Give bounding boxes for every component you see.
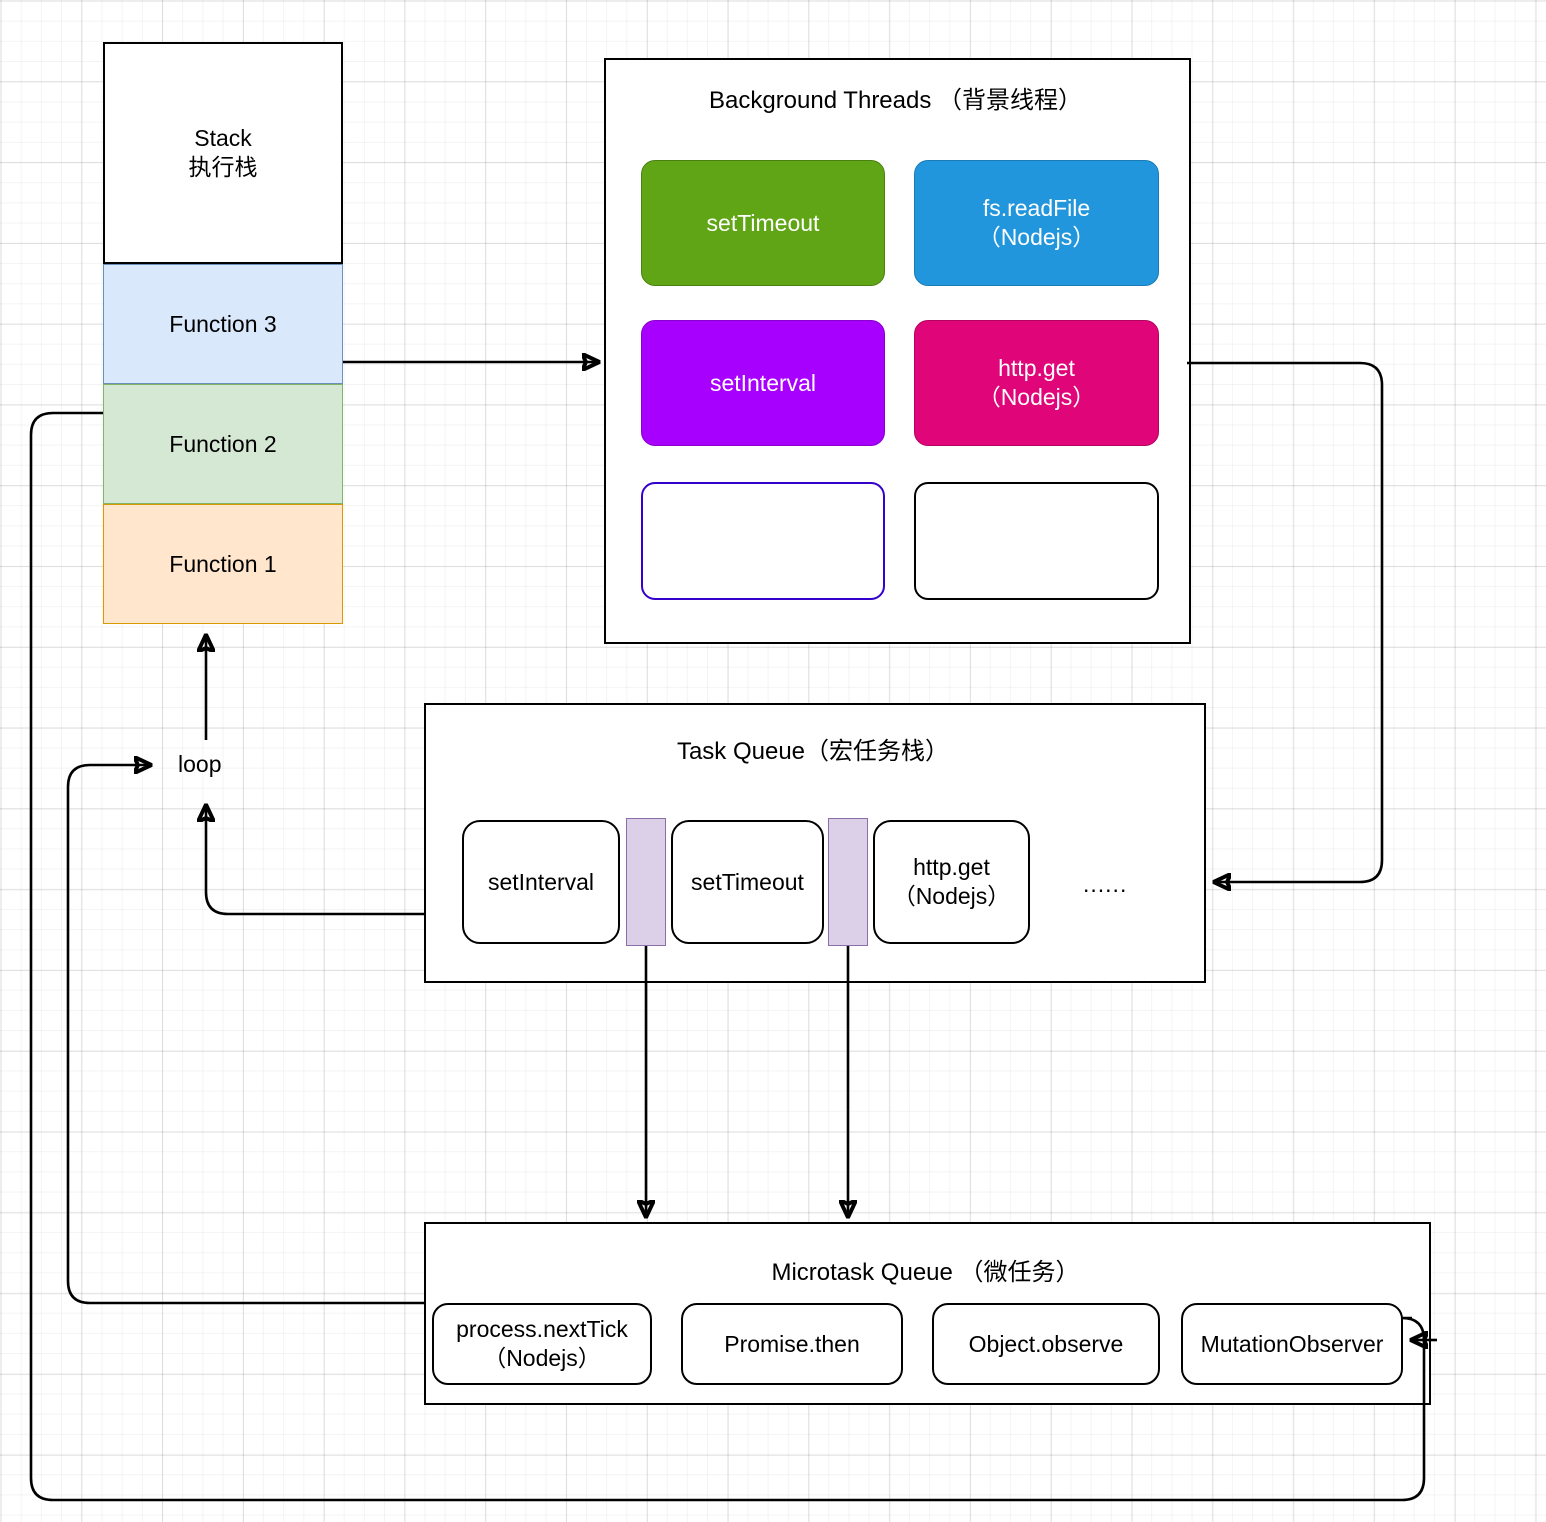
stack-title-zh: 执行栈 [188,154,258,180]
microtask-item-label-line2: （Nodejs） [483,1345,601,1371]
microtask-item-promise-then: Promise.then [681,1303,903,1385]
microtask-item-label-line1: process.nextTick [456,1316,628,1343]
background-thread-http-get: http.get （Nodejs） [914,320,1159,446]
chip-label-line2: （Nodejs） [977,224,1096,250]
stack-frame-function-1: Function 1 [103,504,343,624]
background-thread-empty-slot-2 [914,482,1159,600]
chip-label-line1: http.get [998,355,1075,382]
diagram-canvas: Stack 执行栈 Function 3 Function 2 Function… [0,0,1546,1522]
background-threads-title: Background Threads （背景线程） [708,87,1083,114]
background-thread-setinterval: setInterval [641,320,885,446]
background-thread-empty-slot-1 [641,482,885,600]
task-queue-item-http-get: http.get （Nodejs） [873,820,1030,944]
microtask-item-process-nexttick: process.nextTick （Nodejs） [432,1303,652,1385]
arrow-task-queue-to-loop [206,806,424,916]
task-item-label-line1: http.get [913,854,990,881]
chip-label-line1: fs.readFile [982,195,1091,222]
task-item-label-line2: （Nodejs） [892,883,1011,909]
task-queue-overflow-ellipsis: ...... [1083,871,1128,897]
background-thread-settimeout: setTimeout [641,160,885,286]
loop-label: loop [178,751,222,777]
task-item-label-line1: setInterval [487,868,595,895]
stack-frame-function-2: Function 2 [103,384,343,504]
stack-frame-label: Function 3 [169,310,277,337]
task-queue-title: Task Queue（宏任务栈） [676,738,950,765]
chip-label-line1: setInterval [709,369,817,396]
chip-label-line2: （Nodejs） [977,384,1096,410]
background-thread-fs-readfile: fs.readFile （Nodejs） [914,160,1159,286]
stack-frame-label: Function 1 [169,550,277,577]
arrow-background-threads-to-task-queue [1187,361,1384,882]
task-queue-item-settimeout: setTimeout [671,820,824,944]
microtask-queue-title: Microtask Queue （微任务） [771,1259,1080,1286]
microtask-item-label-line1: Promise.then [724,1330,860,1357]
microtask-item-label-line1: Object.observe [968,1330,1124,1357]
task-queue-item-setinterval: setInterval [462,820,620,944]
stack-frame-label: Function 2 [169,430,277,457]
arrow-microtask-queue-to-loop [66,765,424,1305]
stack-header-box: Stack 执行栈 [103,42,343,264]
microtask-item-object-observe: Object.observe [932,1303,1160,1385]
microtask-item-mutationobserver: MutationObserver [1181,1303,1403,1385]
task-queue-connector-1 [626,818,666,946]
task-queue-connector-2 [828,818,868,946]
stack-title-en: Stack [194,125,252,152]
microtask-item-label-line1: MutationObserver [1200,1330,1384,1357]
task-item-label-line1: setTimeout [691,868,804,895]
chip-label-line1: setTimeout [706,209,820,236]
stack-frame-function-3: Function 3 [103,264,343,384]
